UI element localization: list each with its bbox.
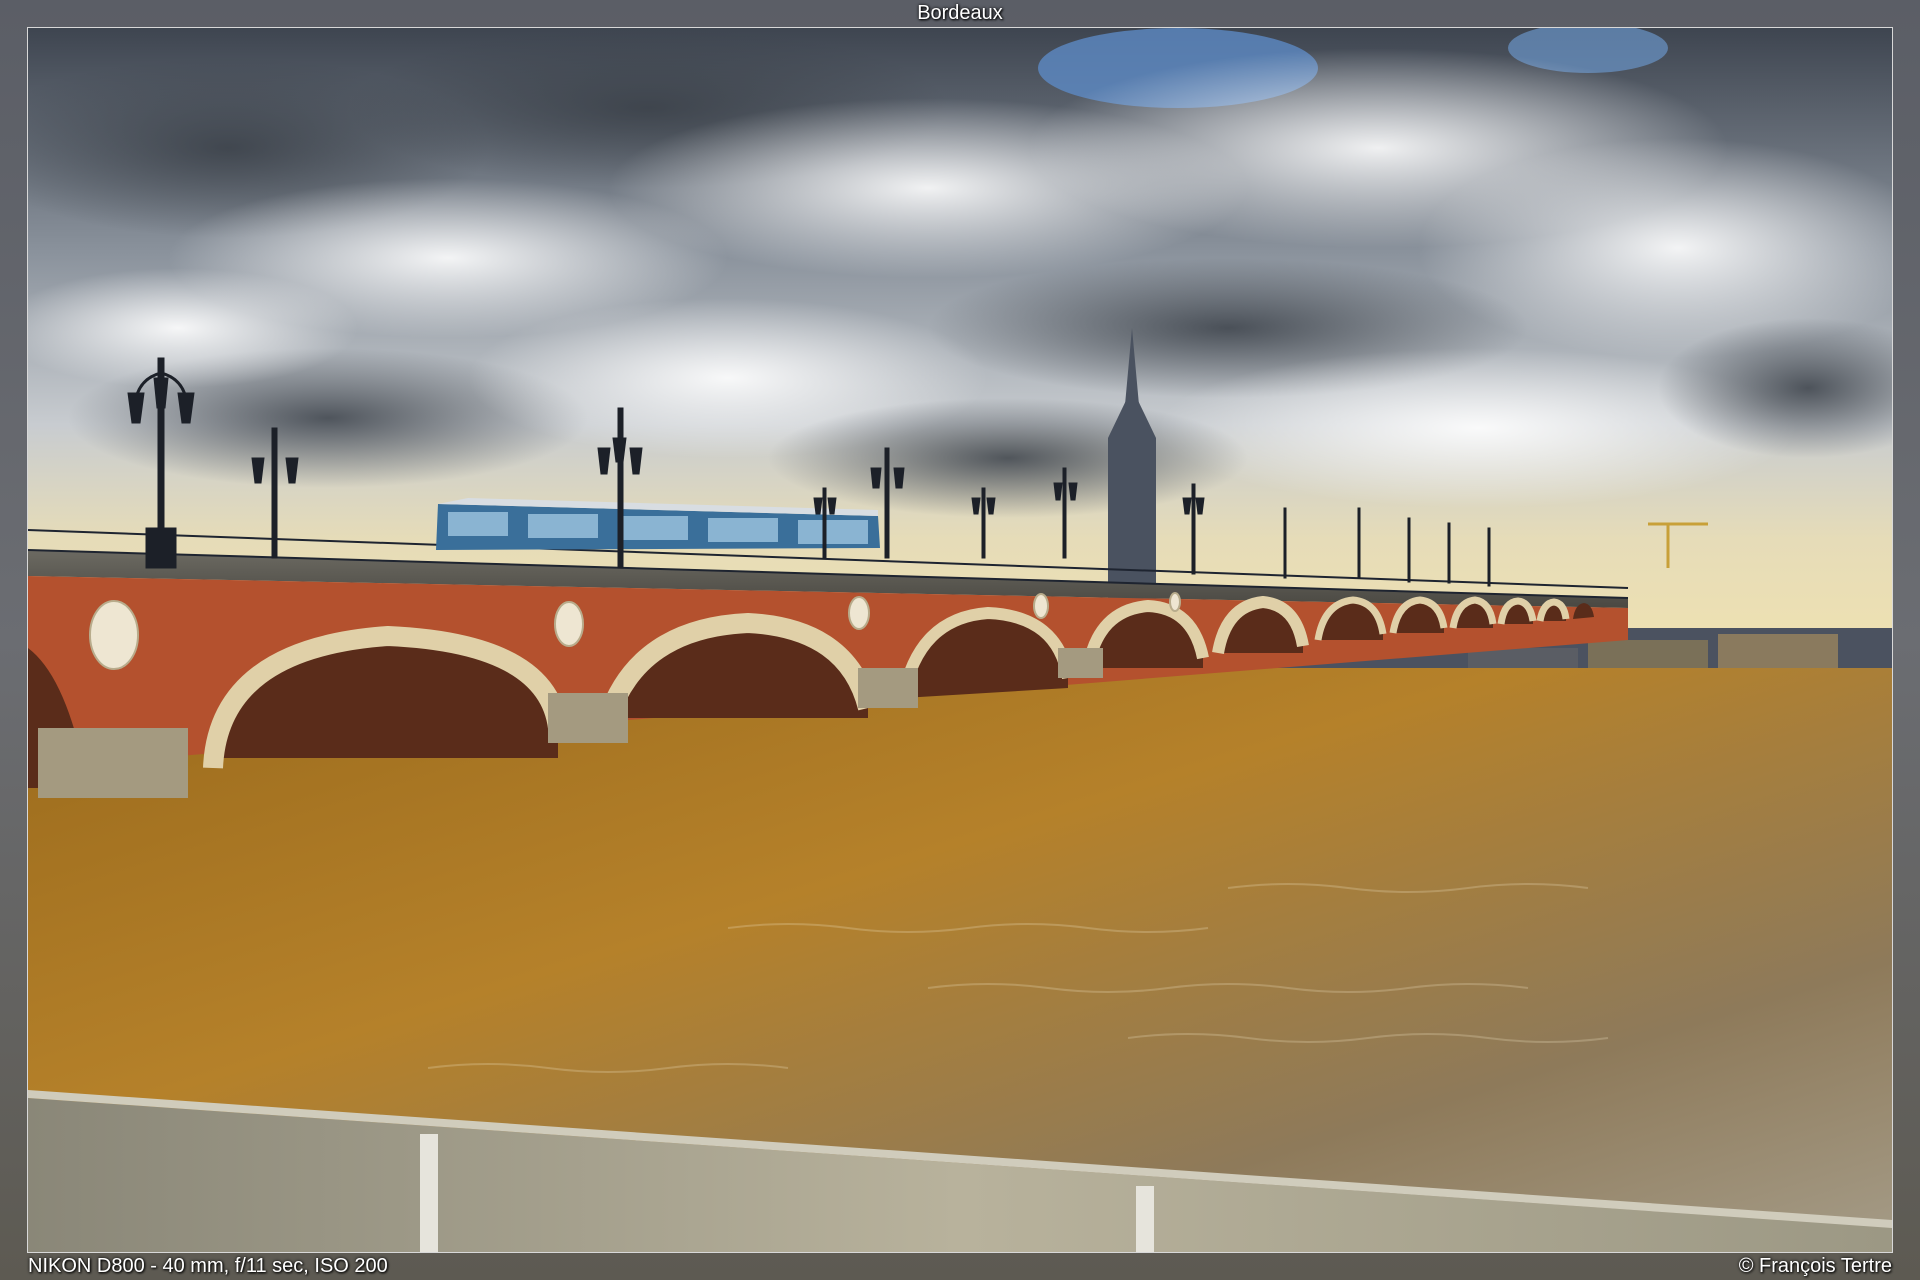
photo-title: Bordeaux — [917, 2, 1003, 24]
bridge-scene — [28, 28, 1892, 1252]
camera-info: NIKON D800 - 40 mm, f/11 sec, ISO 200 — [28, 1255, 388, 1277]
photograph — [27, 27, 1893, 1253]
clouds — [28, 28, 1892, 518]
copyright-notice: © François Tertre — [1738, 1255, 1892, 1277]
photo-frame: Bordeaux NIKON D800 - 40 mm, f/11 sec, I… — [0, 0, 1920, 1280]
